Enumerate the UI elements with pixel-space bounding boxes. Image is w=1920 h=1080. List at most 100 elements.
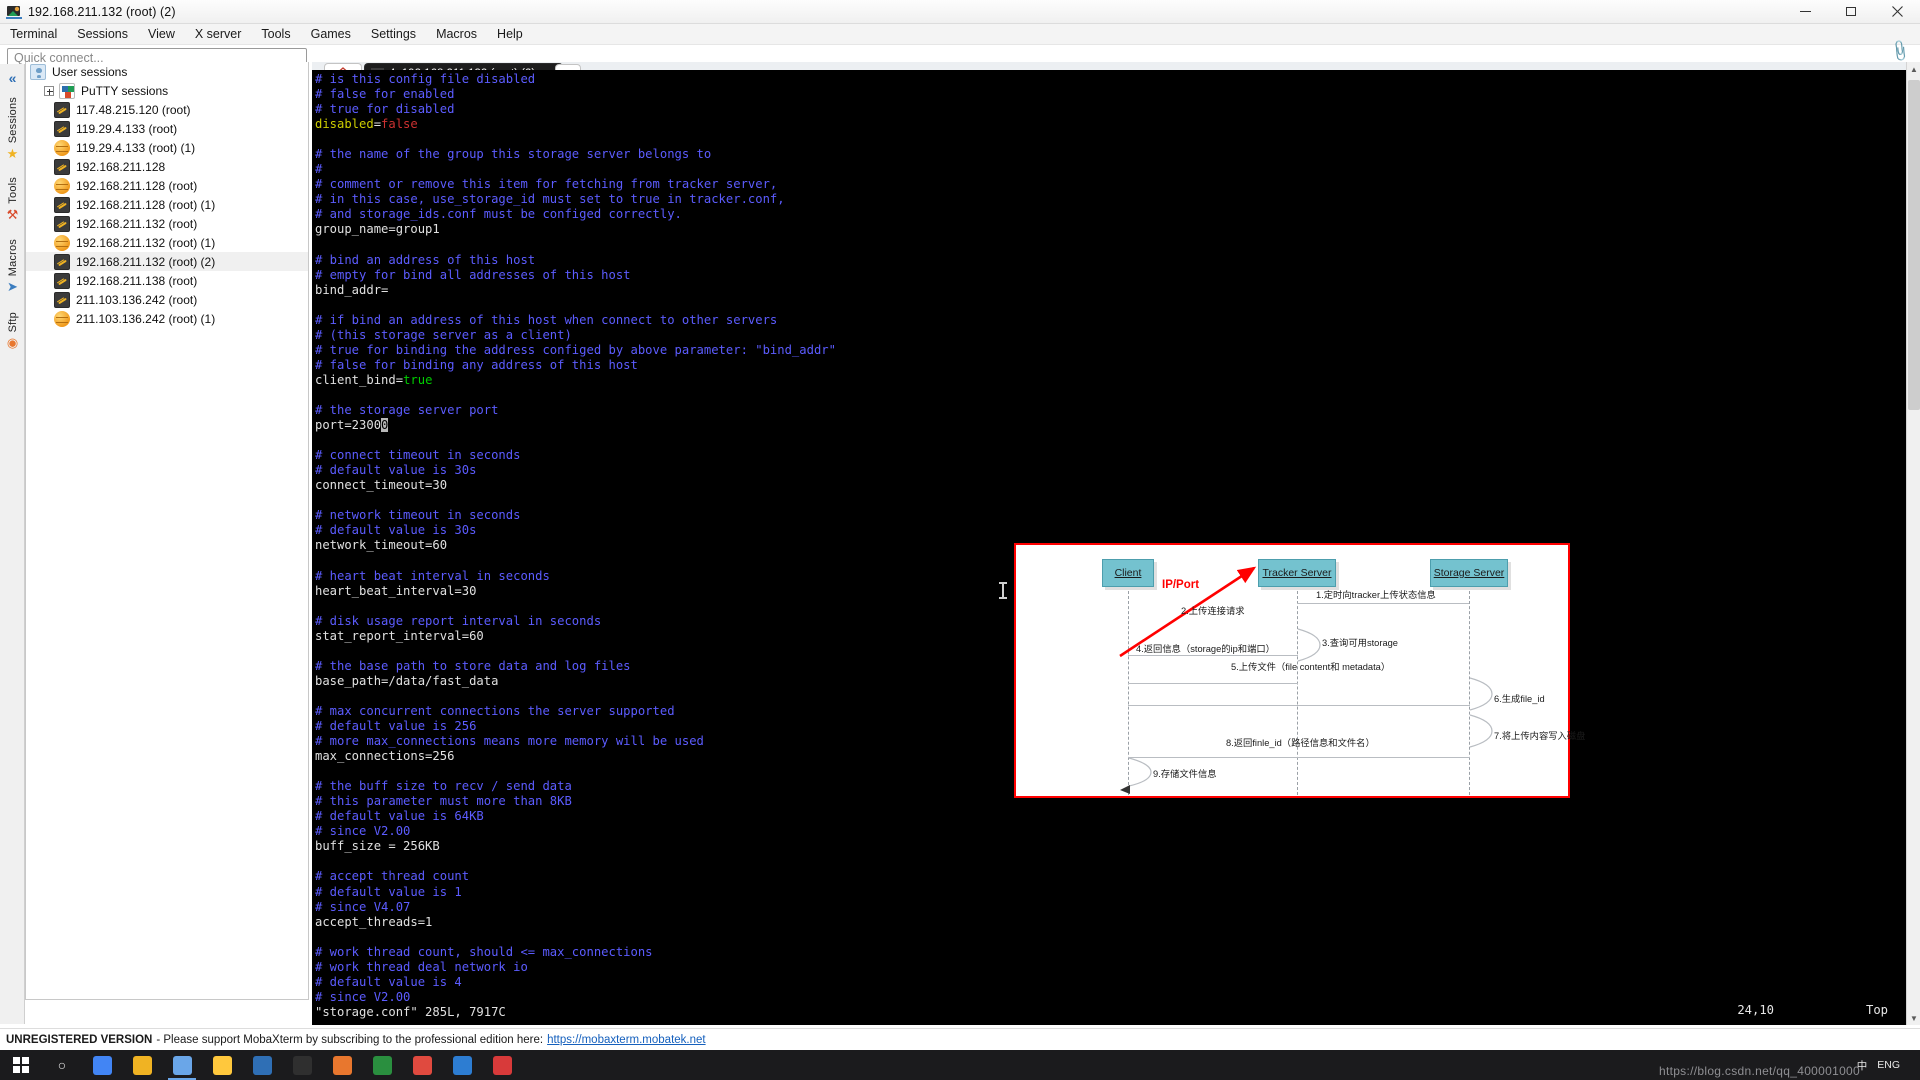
taskbar-folder-yellow-icon[interactable] bbox=[122, 1050, 162, 1080]
ssh-icon bbox=[54, 253, 70, 270]
terminal-line: client_bind=true bbox=[315, 372, 433, 387]
media-icon bbox=[492, 1055, 512, 1075]
menu-games[interactable]: Games bbox=[301, 25, 361, 44]
session-item-8[interactable]: 192.168.211.132 (root) (2) bbox=[26, 252, 308, 271]
taskbar-idea-icon[interactable] bbox=[402, 1050, 442, 1080]
diagram-node-tracker: Tracker Server bbox=[1258, 559, 1336, 587]
license-text: - Please support MobaXterm by subscribin… bbox=[156, 1033, 544, 1046]
license-link[interactable]: https://mobaxterm.mobatek.net bbox=[547, 1034, 706, 1046]
tree-root-label: User sessions bbox=[52, 64, 128, 79]
menu-x-server[interactable]: X server bbox=[185, 25, 252, 44]
session-item-2[interactable]: 119.29.4.133 (root) (1) bbox=[26, 138, 308, 157]
www-icon bbox=[54, 310, 70, 327]
scroll-up-icon[interactable]: ▲ bbox=[1907, 62, 1920, 76]
tree-node-putty-sessions[interactable]: PuTTY sessions bbox=[26, 81, 308, 100]
taskbar-media-icon[interactable] bbox=[482, 1050, 522, 1080]
mobaxterm-icon bbox=[6, 4, 22, 20]
terminal-scrollbar[interactable]: ▲ ▼ bbox=[1906, 62, 1920, 1025]
taskbar-editor-icon[interactable] bbox=[442, 1050, 482, 1080]
session-item-label: 119.29.4.133 (root) bbox=[76, 121, 178, 136]
ribbon-tab-tools-label: Tools bbox=[6, 177, 19, 204]
session-item-9[interactable]: 192.168.211.138 (root) bbox=[26, 271, 308, 290]
collapse-sidebar-button[interactable]: « bbox=[0, 64, 25, 92]
ssh-icon bbox=[54, 158, 70, 175]
minimize-button[interactable] bbox=[1782, 0, 1828, 23]
windows-taskbar: ○ 中 ENG https://blog.csdn.net/qq_4000010… bbox=[0, 1050, 1920, 1080]
terminal-line: # false for enabled bbox=[315, 87, 455, 102]
tray-lang-label[interactable]: ENG bbox=[1877, 1059, 1900, 1071]
windows-start-icon[interactable] bbox=[0, 1050, 42, 1080]
terminal-line: # in this case, use_storage_id must set … bbox=[315, 192, 785, 207]
typora-icon bbox=[292, 1055, 312, 1075]
editor-icon bbox=[452, 1055, 472, 1075]
session-item-11[interactable]: 211.103.136.242 (root) (1) bbox=[26, 309, 308, 328]
menu-macros[interactable]: Macros bbox=[426, 25, 487, 44]
menu-terminal[interactable]: Terminal bbox=[0, 25, 67, 44]
diagram-node-client: Client bbox=[1102, 559, 1154, 587]
ssh-icon bbox=[54, 272, 70, 289]
mobaxterm-window: 192.168.211.132 (root) (2) Terminal Sessi… bbox=[0, 0, 1920, 1080]
menu-sessions[interactable]: Sessions bbox=[67, 25, 138, 44]
terminal-line: # default value is 4 bbox=[315, 974, 462, 989]
terminal-line: # network timeout in seconds bbox=[315, 508, 521, 523]
maximize-button[interactable] bbox=[1828, 0, 1874, 23]
terminal-line: # default value is 64KB bbox=[315, 809, 484, 824]
session-item-3[interactable]: 192.168.211.128 bbox=[26, 157, 308, 176]
taskbar-file-explorer-icon[interactable] bbox=[202, 1050, 242, 1080]
tree-root-user-sessions[interactable]: User sessions bbox=[26, 62, 308, 81]
putty-icon bbox=[59, 82, 75, 99]
ssh-icon bbox=[54, 101, 70, 118]
taskbar-typora-icon[interactable] bbox=[282, 1050, 322, 1080]
window-title: 192.168.211.132 (root) (2) bbox=[28, 4, 176, 19]
taskbar-notes-icon[interactable] bbox=[322, 1050, 362, 1080]
session-item-0[interactable]: 117.48.215.120 (root) bbox=[26, 100, 308, 119]
terminal-line: # connect timeout in seconds bbox=[315, 448, 521, 463]
diagram-arrow-1 bbox=[1297, 603, 1469, 604]
ribbon-tab-sftp[interactable]: Sftp ◉ bbox=[0, 309, 25, 350]
lifeline-client bbox=[1128, 591, 1129, 795]
scroll-down-icon[interactable]: ▼ bbox=[1907, 1011, 1920, 1025]
taskbar-app-blue-icon[interactable] bbox=[242, 1050, 282, 1080]
menu-help[interactable]: Help bbox=[487, 25, 533, 44]
taskbar-search-icon[interactable]: ○ bbox=[42, 1050, 82, 1080]
diagram-msg-6: 6.生成file_id bbox=[1494, 694, 1545, 704]
terminal-line: # the name of the group this storage ser… bbox=[315, 147, 712, 162]
terminal-line: # default value is 30s bbox=[315, 523, 477, 538]
terminal-line: bind_addr= bbox=[315, 282, 389, 297]
taskbar-mobaxterm-icon[interactable] bbox=[162, 1050, 202, 1080]
ribbon-tab-tools[interactable]: Tools ⚒ bbox=[0, 174, 25, 222]
session-item-4[interactable]: 192.168.211.128 (root) bbox=[26, 176, 308, 195]
terminal-line: group_name=group1 bbox=[315, 222, 440, 237]
www-icon bbox=[54, 177, 70, 194]
title-bar: 192.168.211.132 (root) (2) bbox=[0, 0, 1920, 24]
session-item-label: 192.168.211.138 (root) bbox=[76, 273, 198, 288]
diagram-msg-8: 8.返回finle_id（路径信息和文件名） bbox=[1226, 738, 1375, 748]
diagram-msg-9: 9.存储文件信息 bbox=[1153, 769, 1217, 779]
terminal-view[interactable]: # is this config file disabled # false fo… bbox=[312, 70, 1906, 1025]
session-item-7[interactable]: 192.168.211.132 (root) (1) bbox=[26, 233, 308, 252]
terminal-line: # bind an address of this host bbox=[315, 252, 536, 267]
menu-settings[interactable]: Settings bbox=[361, 25, 426, 44]
menu-tools[interactable]: Tools bbox=[251, 25, 300, 44]
terminal-line: # accept thread count bbox=[315, 869, 470, 884]
file-explorer-icon bbox=[212, 1055, 232, 1075]
ribbon-tab-macros[interactable]: Macros ➤ bbox=[0, 236, 25, 294]
taskbar-navicat-icon[interactable] bbox=[362, 1050, 402, 1080]
taskbar-chrome-icon[interactable] bbox=[82, 1050, 122, 1080]
session-item-6[interactable]: 192.168.211.132 (root) bbox=[26, 214, 308, 233]
system-tray: 中 ENG bbox=[1857, 1058, 1920, 1073]
text-cursor-pointer bbox=[999, 582, 1007, 599]
close-button[interactable] bbox=[1874, 0, 1920, 23]
ribbon-tab-sessions-label: Sessions bbox=[6, 97, 19, 144]
session-item-5[interactable]: 192.168.211.128 (root) (1) bbox=[26, 195, 308, 214]
menu-view[interactable]: View bbox=[138, 25, 185, 44]
session-item-10[interactable]: 211.103.136.242 (root) bbox=[26, 290, 308, 309]
expand-putty-icon[interactable] bbox=[44, 85, 54, 96]
terminal-line: connect_timeout=30 bbox=[315, 478, 448, 493]
ribbon-tab-sessions[interactable]: Sessions ★ bbox=[0, 94, 25, 161]
session-item-label: 211.103.136.242 (root) bbox=[76, 292, 198, 307]
session-item-1[interactable]: 119.29.4.133 (root) bbox=[26, 119, 308, 138]
scrollbar-thumb[interactable] bbox=[1908, 80, 1920, 410]
